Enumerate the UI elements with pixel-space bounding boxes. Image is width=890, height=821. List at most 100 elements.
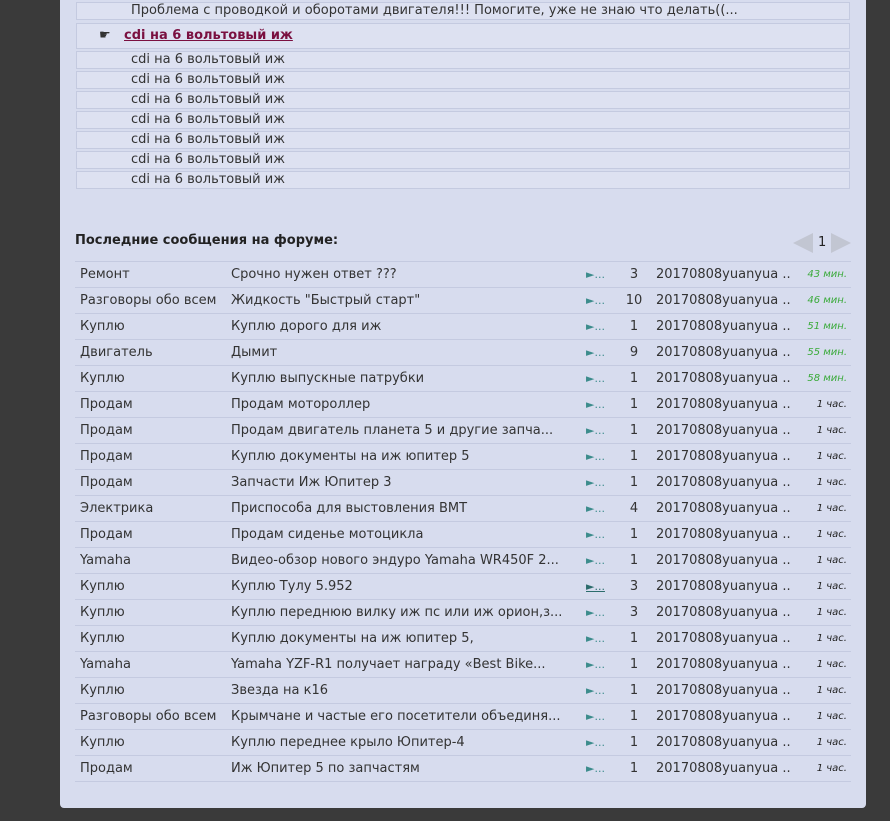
go-to-last-post-link[interactable]: ►... <box>586 522 605 547</box>
category-cell[interactable]: Yamaha <box>80 548 131 573</box>
table-row[interactable]: Куплю Куплю Тулу 5.952 ►... 3 20170808yuanyu… <box>75 574 851 600</box>
author-name[interactable]: 20170808yuanyua .. <box>656 548 791 573</box>
topic-link[interactable]: Продам сиденье мотоцикла <box>231 522 423 547</box>
author-name[interactable]: 20170808yuanyua .. <box>656 756 791 781</box>
go-to-last-post-link[interactable]: ►... <box>586 418 605 443</box>
go-to-last-post-link[interactable]: ►... <box>586 288 605 313</box>
topic-link[interactable]: Продам двигатель планета 5 и другие запч… <box>231 418 553 443</box>
go-to-last-post-link[interactable]: ►... <box>586 548 605 573</box>
category-cell[interactable]: Куплю <box>80 314 125 339</box>
prev-page-arrow-icon[interactable] <box>793 233 813 253</box>
go-to-last-post-link[interactable]: ►... <box>586 600 605 625</box>
thread-reply-row[interactable]: cdi на 6 вольтовый иж <box>76 151 850 169</box>
table-row[interactable]: Разговоры обо всем Крымчане и частые его … <box>75 704 851 730</box>
topic-link[interactable]: Видео-обзор нового эндуро Yamaha WR450F … <box>231 548 559 573</box>
table-row[interactable]: Продам Продам мотороллер ►... 1 20170808yuan… <box>75 392 851 418</box>
thread-reply-row[interactable]: cdi на 6 вольтовый иж <box>76 71 850 89</box>
category-cell[interactable]: Разговоры обо всем <box>80 288 216 313</box>
go-to-last-post-link[interactable]: ►... <box>586 340 605 365</box>
go-to-last-post-link[interactable]: ►... <box>586 470 605 495</box>
topic-link[interactable]: Продам мотороллер <box>231 392 370 417</box>
table-row[interactable]: Электрика Приспособа для выстовления ВМТ ►… <box>75 496 851 522</box>
category-cell[interactable]: Продам <box>80 522 133 547</box>
thread-row-top[interactable]: Проблема с проводкой и оборотами двигате… <box>76 2 850 20</box>
go-to-last-post-link[interactable]: ►... <box>586 678 605 703</box>
topic-link[interactable]: Жидкость "Быстрый старт" <box>231 288 420 313</box>
reply-title[interactable]: cdi на 6 вольтовый иж <box>131 72 285 88</box>
author-name[interactable]: 20170808yuanyua .. <box>656 470 791 495</box>
thread-active-link[interactable]: cdi на 6 вольтовый иж <box>124 28 293 43</box>
category-cell[interactable]: Куплю <box>80 678 125 703</box>
author-name[interactable]: 20170808yuanyua .. <box>656 522 791 547</box>
table-row[interactable]: Yamaha Видео-обзор нового эндуро Yamaha W… <box>75 548 851 574</box>
category-cell[interactable]: Продам <box>80 392 133 417</box>
table-row[interactable]: Двигатель Дымит ►... 9 20170808yuanyua .. 55 … <box>75 340 851 366</box>
topic-link[interactable]: Куплю документы на иж юпитер 5, <box>231 626 474 651</box>
reply-title[interactable]: cdi на 6 вольтовый иж <box>131 52 285 68</box>
category-cell[interactable]: Куплю <box>80 574 125 599</box>
author-name[interactable]: 20170808yuanyua .. <box>656 574 791 599</box>
topic-link[interactable]: Звезда на к16 <box>231 678 328 703</box>
go-to-last-post-link[interactable]: ►... <box>586 652 605 677</box>
table-row[interactable]: Продам Запчасти Иж Юпитер 3 ►... 1 20170808y… <box>75 470 851 496</box>
topic-link[interactable]: Куплю переднее крыло Юпитер-4 <box>231 730 465 755</box>
page-number[interactable]: 1 <box>818 235 826 250</box>
go-to-last-post-link[interactable]: ►... <box>586 366 605 391</box>
reply-title[interactable]: cdi на 6 вольтовый иж <box>131 132 285 148</box>
topic-link[interactable]: Куплю переднюю вилку иж пс или иж орион,… <box>231 600 562 625</box>
go-to-last-post-link[interactable]: ►... <box>586 574 605 599</box>
topic-link[interactable]: Yamaha YZF-R1 получает награду «Best Bik… <box>231 652 546 677</box>
author-name[interactable]: 20170808yuanyua .. <box>656 496 791 521</box>
table-row[interactable]: Ремонт Срочно нужен ответ ??? ►... 3 2017080… <box>75 262 851 288</box>
table-row[interactable]: Продам Иж Юпитер 5 по запчастям ►... 1 20170… <box>75 756 851 782</box>
category-cell[interactable]: Двигатель <box>80 340 153 365</box>
thread-reply-row[interactable]: cdi на 6 вольтовый иж <box>76 51 850 69</box>
category-cell[interactable]: Куплю <box>80 600 125 625</box>
category-cell[interactable]: Электрика <box>80 496 153 521</box>
reply-title[interactable]: cdi на 6 вольтовый иж <box>131 112 285 128</box>
category-cell[interactable]: Ремонт <box>80 262 130 287</box>
category-cell[interactable]: Куплю <box>80 626 125 651</box>
author-name[interactable]: 20170808yuanyua .. <box>656 600 791 625</box>
author-name[interactable]: 20170808yuanyua .. <box>656 340 791 365</box>
table-row[interactable]: Продам Продам двигатель планета 5 и други… <box>75 418 851 444</box>
table-row[interactable]: Yamaha Yamaha YZF-R1 получает награду «Be… <box>75 652 851 678</box>
topic-link[interactable]: Крымчане и частые его посетители объедин… <box>231 704 560 729</box>
next-page-arrow-icon[interactable] <box>831 233 851 253</box>
category-cell[interactable]: Куплю <box>80 730 125 755</box>
go-to-last-post-link[interactable]: ►... <box>586 314 605 339</box>
author-name[interactable]: 20170808yuanyua .. <box>656 418 791 443</box>
category-cell[interactable]: Продам <box>80 418 133 443</box>
author-name[interactable]: 20170808yuanyua .. <box>656 444 791 469</box>
topic-link[interactable]: Иж Юпитер 5 по запчастям <box>231 756 420 781</box>
table-row[interactable]: Куплю Куплю дорого для иж ►... 1 20170808yua… <box>75 314 851 340</box>
table-row[interactable]: Продам Куплю документы на иж юпитер 5 ►...… <box>75 444 851 470</box>
author-name[interactable]: 20170808yuanyua .. <box>656 262 791 287</box>
topic-link[interactable]: Куплю Тулу 5.952 <box>231 574 353 599</box>
author-name[interactable]: 20170808yuanyua .. <box>656 626 791 651</box>
reply-title[interactable]: cdi на 6 вольтовый иж <box>131 172 285 188</box>
thread-active-row[interactable]: ☛ cdi на 6 вольтовый иж <box>76 23 850 49</box>
go-to-last-post-link[interactable]: ►... <box>586 262 605 287</box>
thread-reply-row[interactable]: cdi на 6 вольтовый иж <box>76 91 850 109</box>
topic-link[interactable]: Срочно нужен ответ ??? <box>231 262 397 287</box>
topic-link[interactable]: Приспособа для выстовления ВМТ <box>231 496 467 521</box>
author-name[interactable]: 20170808yuanyua .. <box>656 678 791 703</box>
thread-reply-row[interactable]: cdi на 6 вольтовый иж <box>76 131 850 149</box>
table-row[interactable]: Куплю Куплю документы на иж юпитер 5, ►...… <box>75 626 851 652</box>
thread-reply-row[interactable]: cdi на 6 вольтовый иж <box>76 171 850 189</box>
topic-link[interactable]: Дымит <box>231 340 277 365</box>
thread-title[interactable]: Проблема с проводкой и оборотами двигате… <box>131 3 738 19</box>
topic-link[interactable]: Куплю дорого для иж <box>231 314 381 339</box>
go-to-last-post-link[interactable]: ►... <box>586 496 605 521</box>
author-name[interactable]: 20170808yuanyua .. <box>656 392 791 417</box>
author-name[interactable]: 20170808yuanyua .. <box>656 314 791 339</box>
table-row[interactable]: Куплю Звезда на к16 ►... 1 20170808yuanyua .… <box>75 678 851 704</box>
go-to-last-post-link[interactable]: ►... <box>586 444 605 469</box>
category-cell[interactable]: Разговоры обо всем <box>80 704 216 729</box>
reply-title[interactable]: cdi на 6 вольтовый иж <box>131 92 285 108</box>
topic-link[interactable]: Запчасти Иж Юпитер 3 <box>231 470 392 495</box>
go-to-last-post-link[interactable]: ►... <box>586 392 605 417</box>
author-name[interactable]: 20170808yuanyua .. <box>656 652 791 677</box>
author-name[interactable]: 20170808yuanyua .. <box>656 704 791 729</box>
